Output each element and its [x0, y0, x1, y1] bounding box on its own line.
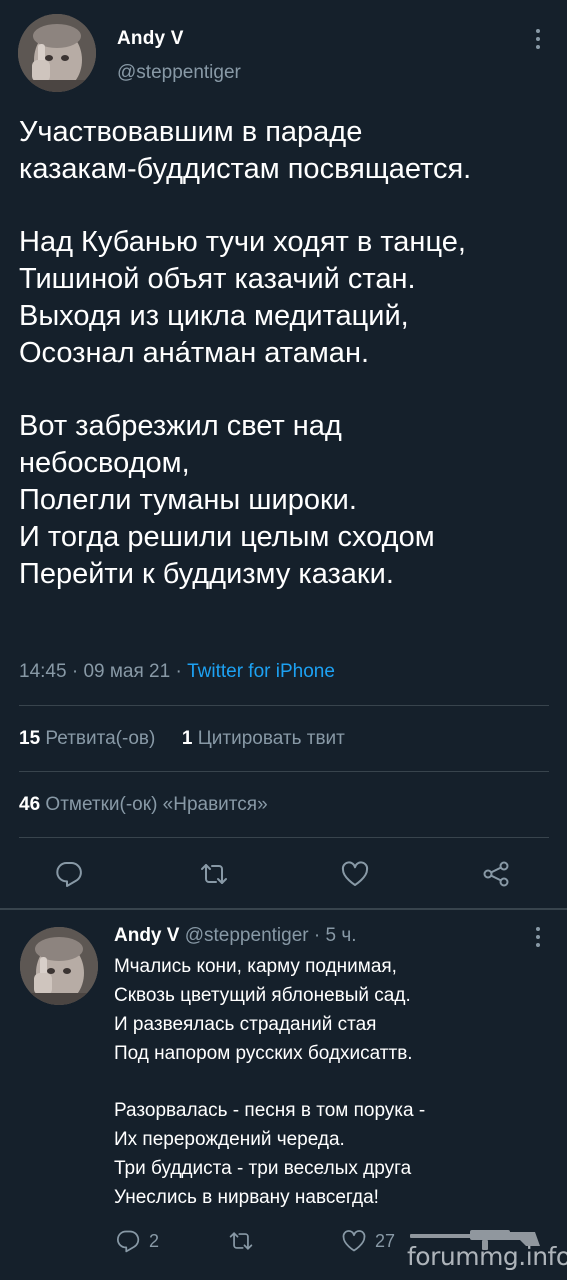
retweet-icon — [229, 1232, 253, 1250]
quotes-stat[interactable]: 1 Цитировать твит — [182, 728, 345, 749]
retweets-stat[interactable]: 15 Ретвита(-ов) — [19, 728, 155, 749]
reply-icon — [117, 1230, 140, 1253]
more-icon[interactable] — [526, 922, 550, 952]
reply-line: Три буддиста - три веселых друга — [114, 1158, 412, 1180]
reply-count: 2 — [149, 1230, 160, 1251]
tweet-source[interactable]: Twitter for iPhone — [187, 661, 335, 682]
tweet-time[interactable]: 14:45 — [19, 661, 67, 682]
reply-author-name[interactable]: Andy V — [114, 925, 179, 946]
likes-count: 46 — [19, 794, 41, 815]
reply-line — [114, 1069, 554, 1098]
avatar[interactable] — [20, 927, 98, 1005]
divider — [19, 837, 549, 838]
quotes-label: Цитировать твит — [197, 728, 345, 749]
tweet-line: Тишиной объят казачий стан. — [19, 263, 416, 296]
reply-line: Сквозь цветущий яблоневый сад. — [114, 984, 411, 1006]
like-count: 27 — [375, 1230, 396, 1251]
tweet-line: Участвовавшим в параде — [19, 116, 363, 148]
divider — [19, 705, 549, 706]
reply-line: Разорвалась - песня в том порука - — [114, 1100, 426, 1122]
tweet-line: Осознал ана́тман атаман. — [19, 336, 370, 369]
retweet-quote-stats: 15 Ретвита(-ов) 1 Цитировать твит — [19, 728, 345, 750]
reply-like-button[interactable]: 27 — [341, 1226, 395, 1256]
author-name[interactable]: Andy V — [117, 28, 184, 50]
tweet-actions — [0, 856, 567, 892]
reply-line: Их перерождений череда. — [114, 1129, 345, 1151]
tweet-line: И тогда решили целым сходом — [19, 520, 435, 553]
like-icon — [342, 1230, 366, 1252]
meta-separator: · — [71, 661, 84, 682]
tweet-line — [19, 372, 559, 409]
author-handle[interactable]: @steppentiger — [117, 62, 241, 84]
reply-reply-button[interactable]: 2 — [115, 1226, 159, 1256]
tweet-date[interactable]: 09 мая 21 — [83, 661, 170, 682]
tweet-line: Полегли туманы широки. — [19, 483, 357, 516]
watermark: forummg.info — [400, 1222, 567, 1274]
meta-separator: · — [313, 925, 321, 946]
share-icon — [483, 861, 509, 887]
reply-retweet-button[interactable] — [228, 1226, 254, 1256]
like-icon — [341, 861, 369, 886]
reply-icon — [56, 862, 82, 887]
tweet-line: Перейти к буддизму казаки. — [19, 557, 394, 590]
reply-author-handle[interactable]: @steppentiger — [185, 925, 309, 946]
reply-button[interactable] — [51, 856, 87, 892]
tweet-line: казакам-буддистам посвящается. — [19, 152, 472, 185]
likes-label: Отметки(-ок) «Нравится» — [45, 794, 268, 815]
likes-stats[interactable]: 46 Отметки(-ок) «Нравится» — [19, 794, 268, 816]
more-icon[interactable] — [526, 24, 550, 54]
retweets-count: 15 — [19, 728, 41, 749]
retweet-button[interactable] — [196, 856, 232, 892]
divider — [19, 771, 549, 772]
retweet-icon — [201, 864, 227, 884]
tweet-meta: 14:45 · 09 мая 21 · Twitter for iPhone — [19, 661, 335, 683]
reply-line: Мчались кони, карму поднимая, — [114, 956, 397, 977]
thread-separator — [0, 908, 567, 910]
reply-text: Мчались кони, карму поднимая, Сквозь цве… — [114, 953, 554, 1213]
avatar-photo-icon — [20, 927, 98, 1005]
tweet-line: небосводом, — [19, 447, 190, 480]
tweet-text: Участвовавшим в параде казакам-буддистам… — [19, 114, 559, 592]
meta-separator: · — [175, 661, 188, 682]
like-button[interactable] — [337, 856, 373, 892]
retweets-label: Ретвита(-ов) — [45, 728, 156, 749]
avatar-photo-icon — [18, 14, 96, 92]
reply-header: Andy V @steppentiger · 5 ч. — [114, 925, 357, 947]
tweet-line — [19, 188, 559, 225]
tweet-line: Вот забрезжил свет над — [19, 410, 342, 443]
avatar[interactable] — [18, 14, 96, 92]
share-button[interactable] — [478, 856, 514, 892]
quotes-count: 1 — [181, 728, 193, 749]
reply-line: И развеялась страданий стая — [114, 1013, 377, 1035]
watermark-text: forummg.info — [407, 1242, 567, 1271]
tweet-line: Над Кубанью тучи ходят в танце, — [19, 226, 466, 259]
reply-line: Унеслись в нирвану навсегда! — [114, 1187, 379, 1209]
reply-age[interactable]: 5 ч. — [326, 925, 357, 946]
tweet-line: Выходя из цикла медитаций, — [19, 299, 409, 332]
reply-line: Под напором русских бодхисаттв. — [114, 1042, 413, 1064]
